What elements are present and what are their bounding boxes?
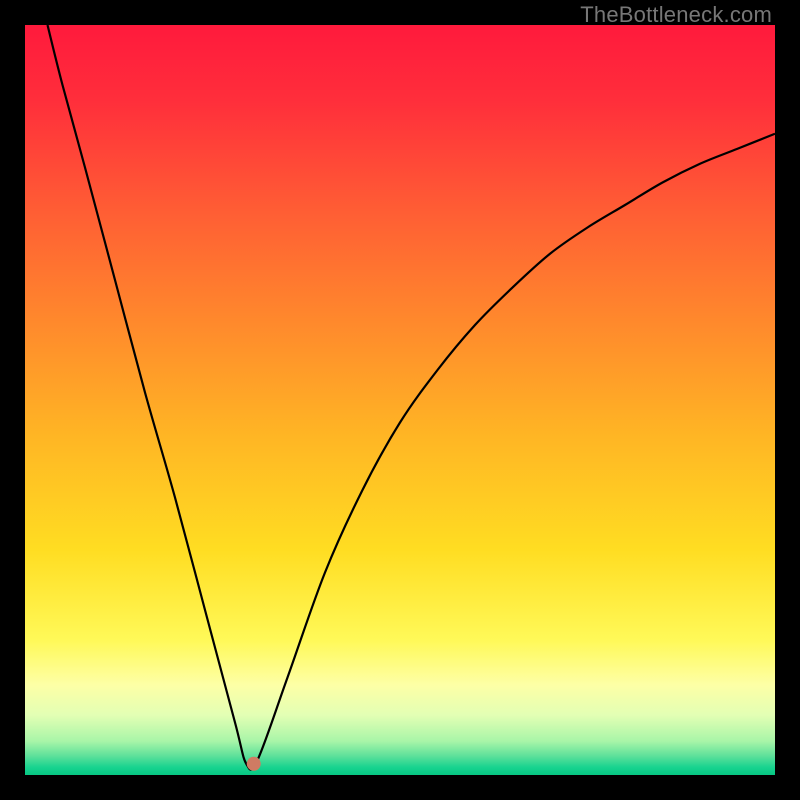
bottleneck-curve (25, 25, 775, 775)
plot-area (25, 25, 775, 775)
marker-dot (247, 757, 261, 771)
chart-frame: TheBottleneck.com (0, 0, 800, 800)
curve-line (48, 25, 776, 770)
